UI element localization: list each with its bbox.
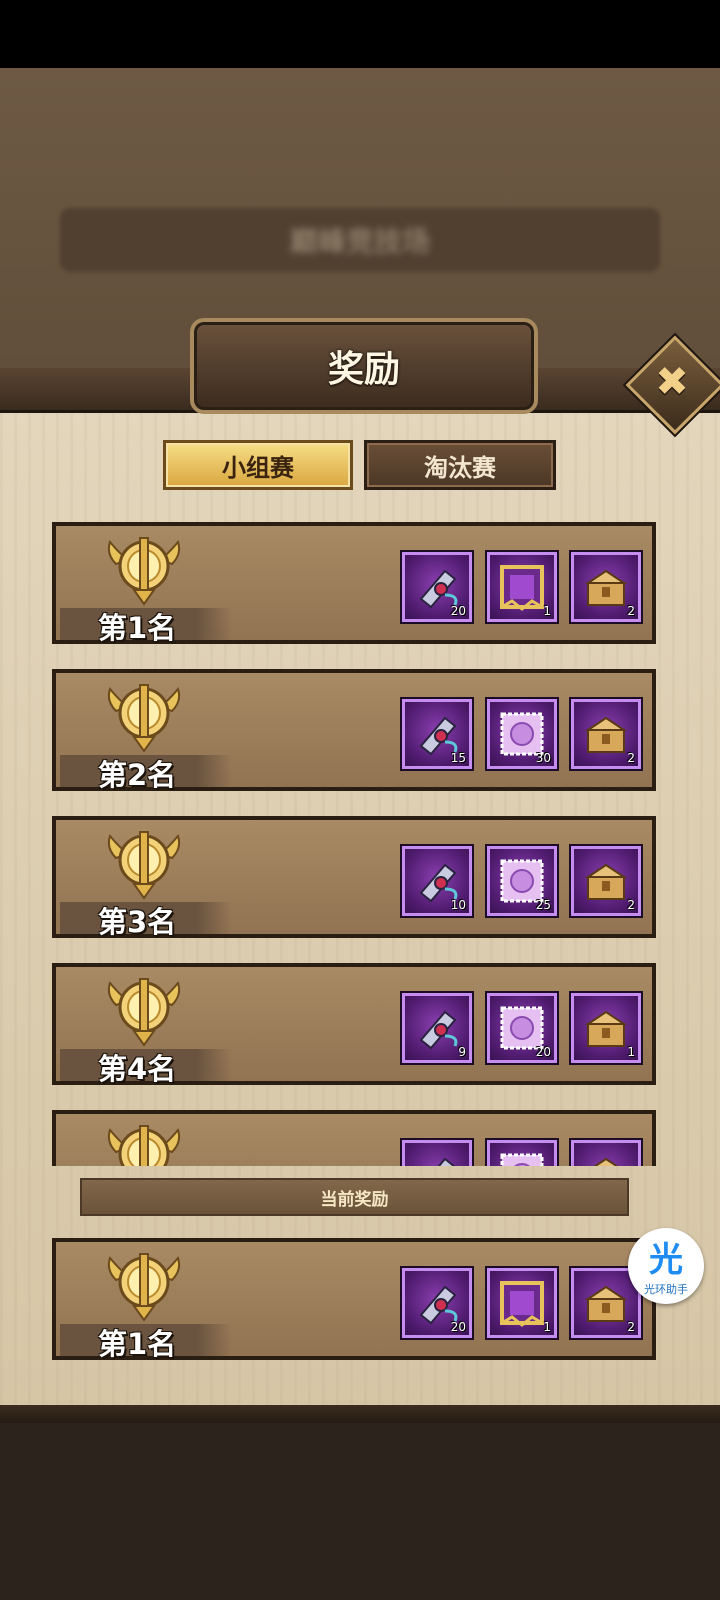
background-arena-title: 巅峰竞技场 (289, 225, 430, 258)
rank-row-2: 第2名 15 30 2 (52, 669, 656, 792)
rank-medal-icon (104, 681, 184, 755)
rank-label: 第2名 (98, 758, 177, 792)
rank-medal-icon (104, 1250, 184, 1324)
reward-item-2[interactable]: 30 (487, 699, 557, 769)
reward-count: 2 (627, 898, 635, 912)
reward-item-2[interactable]: 25 (487, 846, 557, 916)
rank-label: 第3名 (98, 905, 177, 939)
reward-item-1[interactable]: 9 (402, 993, 472, 1063)
rank-row-3: 第3名 10 25 2 (52, 816, 656, 939)
rank-label: 第1名 (98, 1327, 177, 1361)
reward-item-1[interactable]: 20 (402, 1268, 472, 1338)
reward-item-1[interactable]: 15 (402, 699, 472, 769)
rank-medal-icon (104, 1122, 184, 1166)
assistant-logo-icon: 光 (649, 1239, 683, 1280)
reward-item-1[interactable]: 20 (402, 552, 472, 622)
reward-count: 20 (535, 1045, 551, 1059)
rank-row-1: 第1名 20 1 2 (52, 522, 656, 645)
reward-count: 30 (535, 751, 551, 765)
rank-label: 第4名 (98, 1052, 177, 1086)
bottom-area (0, 1423, 720, 1600)
tab-knockout-stage[interactable]: 淘汰赛 (364, 440, 556, 490)
reward-item-2[interactable]: 1 (487, 552, 557, 622)
assistant-label: 光环助手 (644, 1283, 688, 1296)
rank-row-5 (52, 1110, 656, 1166)
reward-count: 25 (535, 898, 551, 912)
reward-list[interactable]: 第1名 20 1 2 第2名 15 30 2 第3名 10 25 2 第4名 9 20 1 (0, 518, 720, 1166)
panel-bottom-edge (0, 1405, 720, 1423)
assistant-floating-button[interactable]: 光 光环助手 (628, 1228, 704, 1304)
reward-count: 20 (450, 604, 466, 618)
reward-count: 2 (627, 1320, 635, 1334)
reward-count: 2 (627, 604, 635, 618)
reward-count: 10 (450, 898, 466, 912)
current-reward-label: 当前奖励 (320, 1189, 389, 1210)
reward-item-2[interactable]: 20 (487, 993, 557, 1063)
current-reward-banner: 当前奖励 (80, 1178, 629, 1216)
reward-count: 9 (458, 1045, 466, 1059)
reward-item-3[interactable]: 2 (571, 699, 641, 769)
reward-item-3[interactable]: 2 (571, 552, 641, 622)
reward-count: 1 (543, 604, 551, 618)
reward-item-1[interactable] (402, 1140, 472, 1166)
reward-count: 1 (543, 1320, 551, 1334)
current-rank-row: 第1名 20 1 2 (52, 1238, 656, 1361)
tab-group-stage[interactable]: 小组赛 (163, 440, 353, 490)
reward-item-3[interactable] (571, 1140, 641, 1166)
dialog-title-plate: 奖励 (190, 318, 538, 414)
reward-item-3[interactable]: 1 (571, 993, 641, 1063)
reward-count: 1 (627, 1045, 635, 1059)
rank-medal-icon (104, 975, 184, 1049)
reward-item-2[interactable]: 1 (487, 1268, 557, 1338)
rank-medal-icon (104, 534, 184, 608)
reward-item-1[interactable]: 10 (402, 846, 472, 916)
rank-row-4: 第4名 9 20 1 (52, 963, 656, 1086)
reward-count: 20 (450, 1320, 466, 1334)
status-bar (0, 0, 720, 68)
reward-item-3[interactable]: 2 (571, 846, 641, 916)
reward-count: 2 (627, 751, 635, 765)
background-arena-banner: 巅峰竞技场 (60, 208, 660, 272)
reward-item-2[interactable] (487, 1140, 557, 1166)
reward-count: 15 (450, 751, 466, 765)
dialog-title: 奖励 (327, 349, 400, 390)
rank-label: 第1名 (98, 611, 177, 645)
rank-medal-icon (104, 828, 184, 902)
